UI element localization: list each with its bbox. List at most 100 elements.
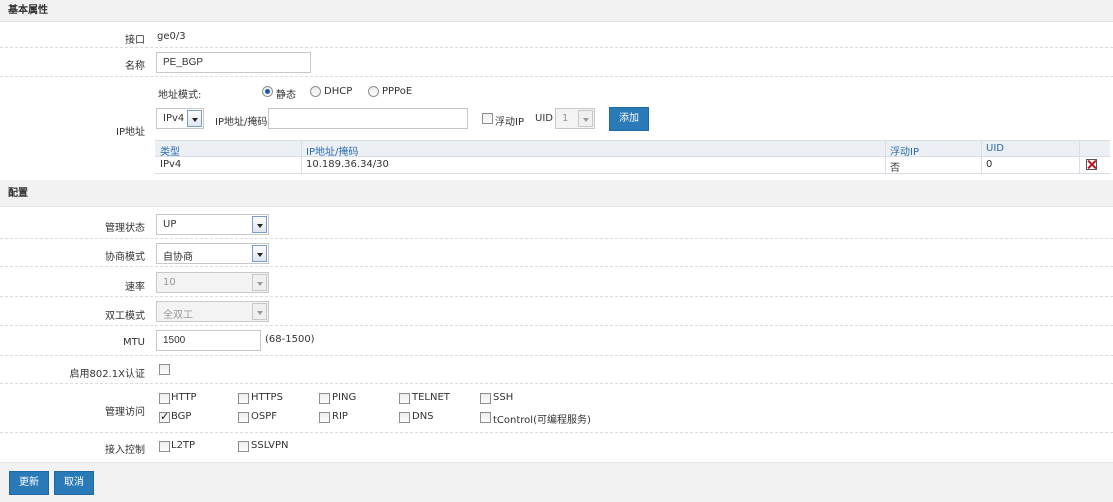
- uid-label: UID: [535, 113, 553, 124]
- duplex-label: 双工模式: [105, 311, 145, 322]
- add-button[interactable]: 添加: [609, 107, 649, 131]
- dot1x-label: 启用802.1X认证: [69, 369, 145, 380]
- column-divider: [301, 157, 302, 173]
- https-checkbox[interactable]: [238, 393, 249, 404]
- update-button[interactable]: 更新: [9, 471, 49, 495]
- cell-float-ip: 否: [890, 163, 900, 174]
- column-divider: [301, 141, 302, 157]
- float-ip-label: 浮动IP: [495, 117, 524, 128]
- radio-pppoe-label[interactable]: PPPoE: [382, 86, 412, 97]
- col-type: 类型: [160, 147, 180, 158]
- radio-static[interactable]: [262, 86, 273, 97]
- dot1x-checkbox[interactable]: [159, 364, 170, 375]
- speed-value: 10: [163, 277, 176, 288]
- duplex-value: 全双工: [163, 310, 193, 321]
- ip-version-select[interactable]: IPv4: [156, 108, 204, 129]
- radio-dhcp-label[interactable]: DHCP: [324, 86, 352, 97]
- ssh-checkbox[interactable]: [480, 393, 491, 404]
- chevron-down-icon[interactable]: [252, 274, 267, 291]
- cancel-button[interactable]: 取消: [54, 471, 94, 495]
- radio-dhcp[interactable]: [310, 86, 321, 97]
- section-config-header: 配置: [0, 180, 1113, 207]
- l2tp-checkbox[interactable]: [159, 441, 170, 452]
- telnet-checkbox[interactable]: [399, 393, 410, 404]
- name-input[interactable]: [156, 52, 311, 73]
- rip-label: RIP: [332, 411, 348, 422]
- table-row: IPv4 10.189.36.34/30 否 0: [155, 157, 1110, 174]
- column-divider: [1079, 157, 1080, 173]
- sslvpn-checkbox[interactable]: [238, 441, 249, 452]
- address-mode-label: 地址模式:: [158, 90, 202, 101]
- column-divider: [885, 141, 886, 157]
- ping-checkbox[interactable]: [319, 393, 330, 404]
- admin-state-select[interactable]: UP: [156, 214, 269, 235]
- divider: [0, 355, 1113, 356]
- column-divider: [981, 141, 982, 157]
- admin-state-value: UP: [163, 219, 177, 230]
- divider: [0, 432, 1113, 433]
- chevron-down-icon[interactable]: [252, 216, 267, 233]
- col-uid: UID: [986, 143, 1004, 154]
- divider: [0, 266, 1113, 267]
- radio-static-label[interactable]: 静态: [276, 86, 296, 101]
- float-ip-checkbox[interactable]: [482, 113, 493, 124]
- chevron-down-icon[interactable]: [187, 110, 202, 127]
- negotiation-label: 协商模式: [105, 252, 145, 263]
- tcontrol-label: tControl(可编程服务): [493, 415, 591, 426]
- ip-version-value: IPv4: [163, 113, 185, 124]
- negotiation-select[interactable]: 自协商: [156, 243, 269, 264]
- http-checkbox[interactable]: [159, 393, 170, 404]
- column-divider: [981, 157, 982, 173]
- mtu-label: MTU: [122, 337, 145, 348]
- speed-select[interactable]: 10: [156, 272, 269, 293]
- l2tp-label: L2TP: [171, 440, 196, 451]
- cell-ip-mask: 10.189.36.34/30: [306, 159, 389, 170]
- mtu-input[interactable]: [156, 330, 261, 351]
- cell-type: IPv4: [160, 159, 182, 170]
- admin-state-label: 管理状态: [105, 223, 145, 234]
- ping-label: PING: [332, 392, 357, 403]
- divider: [0, 76, 1113, 77]
- uid-value: 1: [562, 113, 569, 124]
- negotiation-value: 自协商: [163, 252, 193, 263]
- ip-label: IP地址: [116, 127, 145, 138]
- duplex-select[interactable]: 全双工: [156, 301, 269, 322]
- dns-label: DNS: [412, 411, 434, 422]
- radio-pppoe[interactable]: [368, 86, 379, 97]
- divider: [0, 47, 1113, 48]
- ip-mask-label: IP地址/掩码: [215, 117, 268, 128]
- delete-icon[interactable]: [1086, 159, 1097, 170]
- chevron-down-icon[interactable]: [578, 110, 593, 127]
- column-divider: [885, 157, 886, 173]
- sslvpn-label: SSLVPN: [251, 440, 289, 451]
- http-label: HTTP: [171, 392, 197, 403]
- interface-label: 接口: [125, 35, 145, 46]
- chevron-down-icon[interactable]: [252, 245, 267, 262]
- col-ip-mask: IP地址/掩码: [306, 147, 359, 158]
- section-basic-header: 基本属性: [0, 0, 1113, 22]
- column-divider: [1079, 141, 1080, 157]
- speed-label: 速率: [125, 282, 145, 293]
- divider: [0, 296, 1113, 297]
- tcontrol-checkbox[interactable]: [480, 412, 491, 423]
- interface-value: ge0/3: [157, 31, 186, 42]
- ospf-label: OSPF: [251, 411, 278, 422]
- uid-select[interactable]: 1: [555, 108, 595, 129]
- ospf-checkbox[interactable]: [238, 412, 249, 423]
- form-footer: 更新 取消: [0, 462, 1113, 502]
- rip-checkbox[interactable]: [319, 412, 330, 423]
- bgp-label: BGP: [171, 411, 192, 422]
- col-float-ip: 浮动IP: [890, 147, 919, 158]
- dns-checkbox[interactable]: [399, 412, 410, 423]
- mtu-hint: (68-1500): [265, 334, 315, 345]
- divider: [0, 325, 1113, 326]
- chevron-down-icon[interactable]: [252, 303, 267, 320]
- ssh-label: SSH: [493, 392, 514, 403]
- divider: [0, 383, 1113, 384]
- ip-mask-input[interactable]: [268, 108, 468, 129]
- bgp-checkbox[interactable]: [159, 410, 170, 423]
- section-config-title: 配置: [8, 188, 28, 199]
- name-label: 名称: [125, 61, 145, 72]
- mgmt-access-label: 管理访问: [105, 407, 145, 418]
- divider: [0, 238, 1113, 239]
